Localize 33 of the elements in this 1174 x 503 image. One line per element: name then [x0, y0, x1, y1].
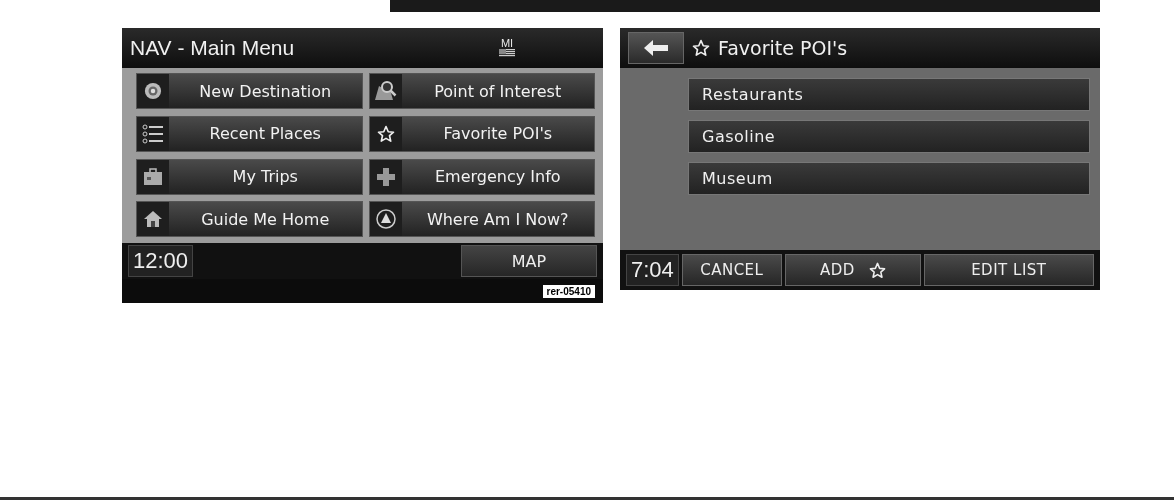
add-button[interactable]: ADD [784, 254, 921, 286]
units-label: MI [500, 38, 514, 49]
cross-icon [376, 167, 395, 186]
house-icon [143, 210, 163, 229]
screen-title: Favorite POI's [718, 37, 848, 59]
map-button[interactable]: MAP [461, 245, 597, 277]
menu-button[interactable]: Emergency Info [368, 158, 595, 195]
footer-button[interactable]: CANCEL [681, 254, 782, 286]
menu-button[interactable]: Recent Places [136, 115, 363, 152]
menu-button[interactable]: Favorite POI's [368, 115, 595, 152]
list-icon [142, 122, 164, 145]
screen-title: NAV - Main Menu [130, 36, 295, 60]
list-item[interactable]: Gasoline [688, 120, 1090, 153]
star-icon [692, 39, 710, 57]
star-icon [376, 124, 395, 143]
list-item[interactable]: Restaurants [688, 78, 1090, 111]
back-button[interactable] [628, 32, 684, 64]
menu-button[interactable]: New Destination [136, 73, 363, 109]
menu-button[interactable]: Guide Me Home [136, 201, 363, 238]
list-item[interactable]: Museum [688, 162, 1090, 195]
flag-icon [499, 49, 515, 58]
figure-label: rer-05410 [542, 284, 595, 298]
map-search-icon [373, 80, 398, 102]
suitcase-icon [143, 167, 163, 186]
footer-button[interactable]: EDIT LIST [923, 254, 1094, 286]
clock: 12:00 [128, 245, 194, 277]
clock: 7:04 [626, 254, 679, 286]
menu-button[interactable]: Point of Interest [368, 73, 595, 109]
menu-button[interactable]: My Trips [136, 158, 363, 195]
star-icon [868, 261, 886, 279]
left-arrow-icon [644, 40, 668, 56]
target-icon [144, 82, 162, 100]
menu-button[interactable]: Where Am I Now? [368, 201, 595, 238]
